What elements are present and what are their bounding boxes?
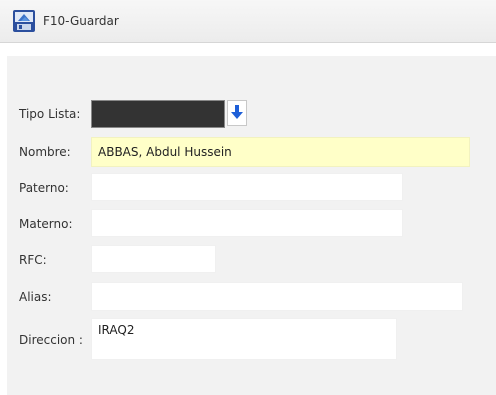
direccion-textarea[interactable]: IRAQ2 bbox=[91, 318, 397, 360]
save-button[interactable]: F10-Guardar bbox=[12, 8, 119, 34]
save-button-label: F10-Guardar bbox=[43, 14, 119, 28]
tipo-lista-dropdown-button[interactable] bbox=[227, 100, 247, 126]
arrow-down-icon bbox=[231, 104, 243, 123]
nombre-label: Nombre: bbox=[19, 145, 71, 159]
direccion-label: Direccion : bbox=[19, 333, 83, 347]
alias-label: Alias: bbox=[19, 290, 52, 304]
paterno-field[interactable] bbox=[91, 173, 403, 201]
rfc-label: RFC: bbox=[19, 253, 47, 267]
paterno-label: Paterno: bbox=[19, 181, 69, 195]
toolbar: F10-Guardar bbox=[0, 0, 496, 43]
alias-field[interactable] bbox=[91, 282, 463, 311]
nombre-field[interactable]: ABBAS, Abdul Hussein bbox=[91, 137, 470, 167]
materno-field[interactable] bbox=[91, 209, 403, 237]
tipo-lista-select[interactable] bbox=[91, 100, 225, 128]
tipo-lista-label: Tipo Lista: bbox=[19, 107, 81, 121]
save-disk-icon bbox=[12, 9, 36, 33]
materno-label: Materno: bbox=[19, 217, 73, 231]
rfc-field[interactable] bbox=[91, 245, 216, 273]
